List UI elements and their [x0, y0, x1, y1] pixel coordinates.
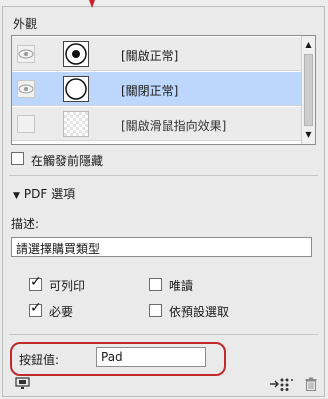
trash-glyph: [305, 377, 317, 391]
eye-glyph: [18, 84, 34, 94]
state-label: [關啟正常]: [121, 49, 179, 63]
scroll-thumb[interactable]: [304, 54, 313, 126]
state-row-normal-on[interactable]: [關啟正常]: [12, 37, 302, 71]
eye-glyph: [18, 49, 34, 59]
scroll-up-arrow-icon[interactable]: ▲: [303, 38, 314, 52]
eye-icon[interactable]: [17, 45, 35, 63]
disclosure-triangle-icon: ▼: [13, 191, 20, 201]
appearance-section-title: 外觀: [13, 17, 38, 31]
pdf-options-title: PDF 選項: [23, 187, 76, 201]
state-label: [關啟滑鼠指向效果]: [121, 119, 227, 133]
state-label: [關閉正常]: [121, 84, 179, 98]
checkmark-icon: ✓: [30, 300, 42, 316]
required-checkbox[interactable]: ✓: [29, 300, 42, 317]
state-row-rollover-on[interactable]: [關啟滑鼠指向效果]: [12, 107, 302, 141]
preview-glyph: [15, 377, 30, 389]
read-only-label: 唯讀: [169, 279, 194, 293]
state-thumbnail-empty: [63, 111, 89, 137]
appearance-states-list[interactable]: [關啟正常] [關閉正常] [關啟滑鼠指向效果] ▲ ▼: [11, 35, 316, 145]
buttons-and-forms-panel: 外觀 [關啟正常] [關閉正常] [關啟滑鼠指向效果] ▲ ▼ 在觸發前隱藏 ▼…: [0, 0, 328, 399]
description-label: 描述:: [11, 217, 40, 231]
state-thumbnail-off: [63, 76, 89, 102]
scroll-down-arrow-icon[interactable]: ▼: [303, 128, 314, 142]
section-divider: [9, 334, 318, 335]
state-thumbnail-on: [63, 41, 89, 67]
radio-off-thumbnail: [65, 78, 87, 100]
selected-by-default-label: 依預設選取: [169, 305, 230, 319]
hide-until-triggered-label: 在觸發前隱藏: [31, 154, 104, 168]
button-value-label: 按鈕值:: [19, 353, 60, 367]
button-value-field[interactable]: Pad: [96, 347, 206, 367]
pdf-options-toggle[interactable]: ▼ PDF 選項: [13, 185, 75, 202]
radio-on-thumbnail: [65, 43, 87, 65]
section-divider: [9, 175, 318, 176]
printable-label: 可列印: [49, 279, 86, 293]
eye-toggle-empty[interactable]: [17, 115, 35, 133]
printable-checkbox[interactable]: ✓: [29, 274, 42, 291]
convert-glyph: [270, 378, 293, 391]
convert-icon[interactable]: [269, 377, 293, 394]
hide-until-triggered-checkbox[interactable]: [11, 152, 24, 165]
callout-arrow-icon: [89, 0, 95, 8]
preview-icon[interactable]: [15, 377, 31, 394]
trash-icon[interactable]: [305, 377, 317, 394]
read-only-checkbox[interactable]: [149, 278, 162, 291]
description-field[interactable]: 請選擇購買類型: [11, 237, 312, 257]
checkmark-icon: ✓: [30, 274, 42, 290]
eye-icon[interactable]: [17, 80, 35, 98]
list-scrollbar[interactable]: ▲ ▼: [301, 36, 315, 144]
state-row-normal-off[interactable]: [關閉正常]: [12, 72, 302, 106]
required-label: 必要: [49, 305, 74, 319]
selected-by-default-checkbox[interactable]: [149, 304, 162, 317]
panel-frame: 外觀 [關啟正常] [關閉正常] [關啟滑鼠指向效果] ▲ ▼ 在觸發前隱藏 ▼…: [2, 6, 325, 397]
